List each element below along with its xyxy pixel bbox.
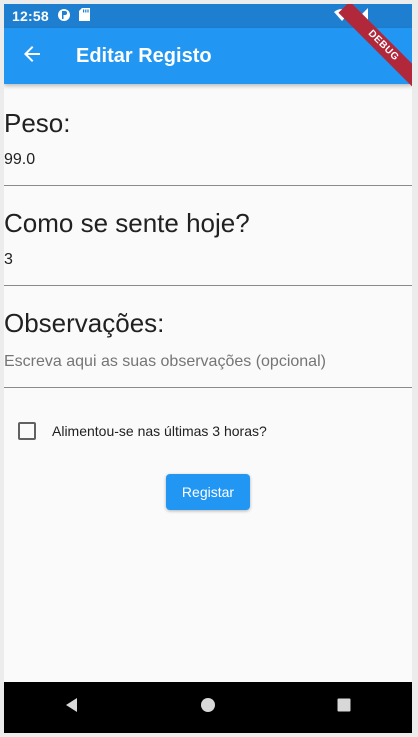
app-bar: Editar Registo DEBUG [4, 4, 412, 91]
notes-input[interactable]: Escreva aqui as suas observações (opcion… [4, 353, 412, 371]
back-icon [64, 697, 80, 718]
notes-underline [4, 387, 412, 388]
sd-card-icon [78, 8, 90, 24]
weight-field[interactable]: Peso: 99.0 [4, 84, 412, 186]
mood-field[interactable]: Como se sente hoje? 3 [4, 186, 412, 286]
device-screen: 12:58 Editar Registo DEBUG Peso: 99.0 Co… [4, 4, 412, 733]
page-title: Editar Registo [76, 44, 212, 67]
notes-field[interactable]: Observações: Escreva aqui as suas observ… [4, 286, 412, 388]
status-time: 12:58 [12, 8, 49, 24]
app-notification-icon [57, 8, 71, 25]
edit-form: Peso: 99.0 Como se sente hoje? 3 Observa… [4, 84, 412, 510]
ate-recently-row[interactable]: Alimentou-se nas últimas 3 horas? [18, 422, 412, 440]
mood-input[interactable]: 3 [4, 251, 412, 269]
nav-home-button[interactable] [178, 688, 238, 728]
mood-label: Como se sente hoje? [4, 208, 250, 238]
recents-icon [336, 697, 352, 718]
register-button[interactable]: Registar [166, 474, 250, 510]
submit-wrap: Registar [4, 474, 412, 510]
nav-recents-button[interactable] [314, 688, 374, 728]
notes-label: Observações: [4, 308, 165, 338]
system-nav-bar [4, 682, 412, 733]
home-icon [200, 697, 216, 718]
back-button[interactable] [4, 28, 60, 84]
nav-back-button[interactable] [42, 688, 102, 728]
ate-recently-checkbox[interactable] [18, 422, 36, 440]
weight-input[interactable]: 99.0 [4, 151, 412, 169]
arrow-back-icon [22, 44, 42, 69]
weight-label: Peso: [4, 108, 71, 138]
ate-recently-label: Alimentou-se nas últimas 3 horas? [52, 423, 267, 439]
